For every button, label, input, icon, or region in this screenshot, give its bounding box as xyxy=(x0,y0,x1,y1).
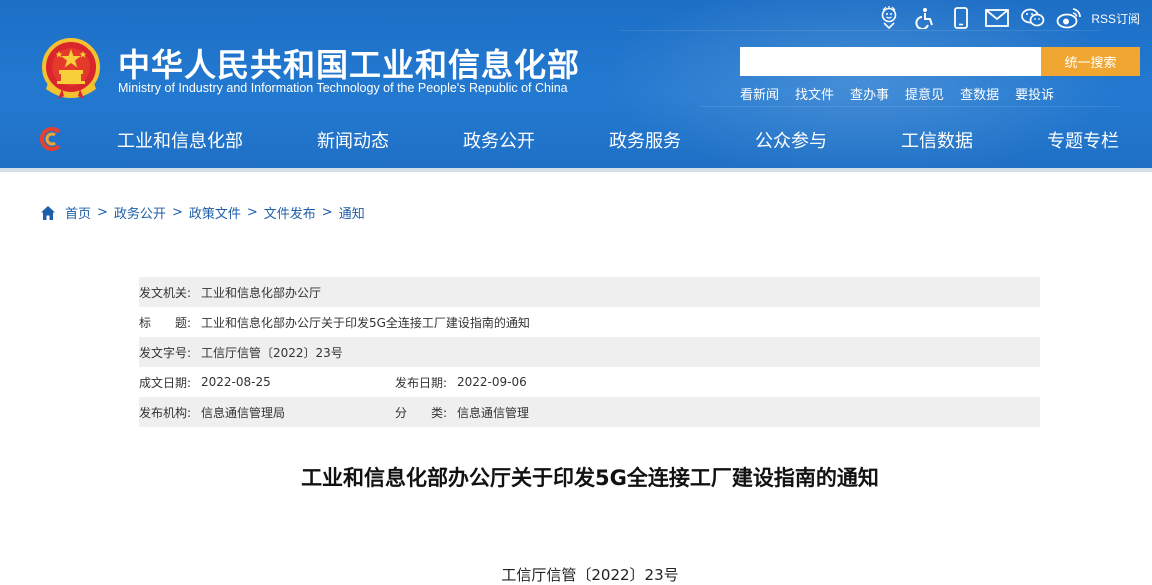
breadcrumb-notice[interactable]: 通知 xyxy=(339,203,365,222)
nav-item-public-participation[interactable]: 公众参与 xyxy=(755,127,827,153)
meta-row-dates: 成文日期: 2022-08-25 发布日期: 2022-09-06 xyxy=(139,367,1040,397)
meta-label: 分 类: xyxy=(395,405,448,420)
elder-mode-icon[interactable] xyxy=(871,4,907,32)
quick-link-files[interactable]: 找文件 xyxy=(795,84,834,103)
meta-label: 发布机构: xyxy=(139,405,192,420)
quick-link-news[interactable]: 看新闻 xyxy=(740,84,779,103)
mobile-icon[interactable] xyxy=(943,4,979,32)
search-button[interactable]: 统一搜索 xyxy=(1041,47,1140,76)
nav-logo-icon xyxy=(38,126,62,151)
breadcrumb-separator: > xyxy=(321,205,333,220)
meta-value-category: 信息通信管理 xyxy=(457,405,530,420)
meta-value-title: 工业和信息化部办公厅关于印发5G全连接工厂建设指南的通知 xyxy=(201,315,530,330)
breadcrumb-separator: > xyxy=(97,205,108,220)
meta-value-issuer: 工业和信息化部办公厅 xyxy=(201,285,322,300)
national-emblem-logo[interactable] xyxy=(40,37,102,103)
site-title[interactable]: 中华人民共和国工业和信息化部 xyxy=(118,40,580,86)
article-doc-number: 工信厅信管〔2022〕23号 xyxy=(501,566,679,584)
document-meta-table: 发文机关: 工业和信息化部办公厅 标 题: 工业和信息化部办公厅关于印发5G全连… xyxy=(139,277,1040,427)
quick-link-data[interactable]: 查数据 xyxy=(960,84,999,103)
meta-value-created: 2022-08-25 xyxy=(201,375,271,389)
quick-link-feedback[interactable]: 提意见 xyxy=(905,84,944,103)
meta-value-published: 2022-09-06 xyxy=(457,375,527,389)
meta-row-docno: 发文字号: 工信厅信管〔2022〕23号 xyxy=(139,337,1040,367)
quick-links: 看新闻 找文件 查办事 提意见 查数据 要投诉 xyxy=(740,84,1070,103)
article-title: 工业和信息化部办公厅关于印发5G全连接工厂建设指南的通知 xyxy=(301,466,879,490)
breadcrumb-separator: > xyxy=(171,205,183,220)
nav-item-gov-affairs[interactable]: 政务公开 xyxy=(463,127,535,153)
meta-label: 标 题: xyxy=(139,315,192,330)
meta-value-org: 信息通信管理局 xyxy=(201,405,286,420)
breadcrumb-policy-docs[interactable]: 政策文件 xyxy=(189,203,241,222)
nav-item-gov-services[interactable]: 政务服务 xyxy=(609,127,681,153)
nav-item-news[interactable]: 新闻动态 xyxy=(317,127,389,153)
search-input[interactable] xyxy=(740,47,1041,76)
meta-label: 发文字号: xyxy=(139,345,192,360)
top-toolbar: RSS订阅 xyxy=(871,4,1140,32)
rss-subscribe-link[interactable]: RSS订阅 xyxy=(1091,10,1140,27)
header-divider xyxy=(0,168,1152,172)
main-nav: 工业和信息化部 新闻动态 政务公开 政务服务 公众参与 工信数据 专题专栏 xyxy=(0,118,1152,162)
quick-link-services[interactable]: 查办事 xyxy=(850,84,889,103)
meta-label: 发文机关: xyxy=(139,285,192,300)
quick-link-complaint[interactable]: 要投诉 xyxy=(1015,84,1054,103)
weibo-icon[interactable] xyxy=(1051,4,1087,32)
meta-value-docno: 工信厅信管〔2022〕23号 xyxy=(201,345,343,360)
breadcrumb-gov-affairs[interactable]: 政务公开 xyxy=(114,203,166,222)
home-icon[interactable] xyxy=(40,205,56,221)
site-subtitle: Ministry of Industry and Information Tec… xyxy=(118,81,568,95)
mail-icon[interactable] xyxy=(979,4,1015,32)
meta-label: 成文日期: xyxy=(139,375,192,390)
site-header: 中华人民共和国工业和信息化部 Ministry of Industry and … xyxy=(0,0,1152,172)
nav-item-data[interactable]: 工信数据 xyxy=(901,127,973,153)
meta-row-title: 标 题: 工业和信息化部办公厅关于印发5G全连接工厂建设指南的通知 xyxy=(139,307,1040,337)
breadcrumb-doc-release[interactable]: 文件发布 xyxy=(264,203,316,222)
breadcrumb: 首页 > 政务公开 > 政策文件 > 文件发布 > 通知 xyxy=(40,203,365,222)
breadcrumb-separator: > xyxy=(246,205,258,220)
decorative-line xyxy=(700,106,1120,107)
nav-item-topics[interactable]: 专题专栏 xyxy=(1047,127,1119,153)
breadcrumb-home[interactable]: 首页 xyxy=(65,203,91,222)
wechat-icon[interactable] xyxy=(1015,4,1051,32)
accessibility-icon[interactable] xyxy=(907,4,943,32)
meta-label: 发布日期: xyxy=(395,375,448,390)
meta-row-issuer: 发文机关: 工业和信息化部办公厅 xyxy=(139,277,1040,307)
nav-item-miit[interactable]: 工业和信息化部 xyxy=(117,127,243,153)
meta-row-org: 发布机构: 信息通信管理局 分 类: 信息通信管理 xyxy=(139,397,1040,427)
